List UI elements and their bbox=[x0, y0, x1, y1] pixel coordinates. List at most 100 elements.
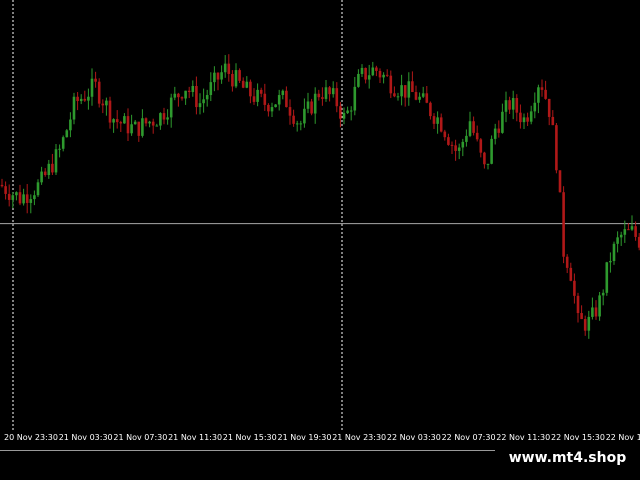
candle-body bbox=[159, 113, 162, 126]
candle bbox=[83, 90, 87, 102]
candle bbox=[202, 88, 205, 113]
candle bbox=[0, 178, 4, 188]
candle-body bbox=[533, 102, 537, 112]
candle bbox=[436, 111, 439, 134]
candle bbox=[281, 89, 285, 100]
candle-body bbox=[72, 96, 76, 120]
candle-body bbox=[249, 81, 252, 97]
candle bbox=[130, 114, 133, 136]
watermark-text: www.mt4.shop bbox=[495, 444, 640, 472]
candle bbox=[105, 97, 108, 116]
candle-body bbox=[270, 107, 274, 112]
candle bbox=[515, 94, 519, 122]
candle bbox=[339, 101, 342, 128]
candle bbox=[619, 231, 623, 246]
candle bbox=[393, 86, 396, 98]
candle bbox=[162, 107, 166, 125]
candle bbox=[328, 86, 331, 102]
candle bbox=[292, 109, 295, 127]
candle bbox=[360, 64, 364, 77]
candle bbox=[51, 153, 54, 176]
candle bbox=[493, 123, 497, 145]
candle-body bbox=[292, 115, 295, 124]
candle-body bbox=[357, 73, 360, 87]
candle bbox=[90, 68, 94, 106]
candle bbox=[537, 84, 540, 114]
candle bbox=[551, 110, 555, 126]
candle bbox=[317, 89, 321, 101]
candle bbox=[295, 120, 299, 132]
candle bbox=[555, 122, 558, 174]
time-tick-label: 21 Nov 23:30 bbox=[332, 433, 387, 442]
candle bbox=[457, 143, 461, 160]
price-plot[interactable] bbox=[0, 0, 640, 430]
candle-body bbox=[364, 67, 367, 80]
candle-body bbox=[353, 86, 357, 111]
candle bbox=[184, 90, 187, 105]
candle-body bbox=[346, 110, 349, 114]
candle bbox=[76, 92, 79, 111]
time-tick-label: 22 Nov 11:30 bbox=[496, 433, 551, 442]
candle bbox=[65, 129, 69, 138]
candle bbox=[303, 98, 306, 128]
candle bbox=[159, 112, 162, 130]
candle bbox=[472, 116, 475, 136]
candle bbox=[94, 71, 97, 88]
candle-body bbox=[407, 81, 411, 98]
candle bbox=[501, 103, 504, 134]
candle bbox=[33, 190, 36, 206]
candle bbox=[29, 194, 33, 214]
candle-body bbox=[227, 63, 231, 74]
candle bbox=[173, 86, 177, 101]
candle-body bbox=[259, 89, 263, 94]
candle bbox=[569, 262, 573, 282]
candle-body bbox=[612, 243, 616, 262]
candle bbox=[475, 125, 479, 142]
candle-body bbox=[540, 87, 544, 90]
candle-body bbox=[321, 97, 324, 99]
candle bbox=[533, 92, 537, 119]
candle bbox=[270, 102, 274, 117]
candle-body bbox=[202, 99, 205, 104]
candle-body bbox=[187, 90, 191, 93]
candle-body bbox=[79, 98, 83, 102]
candle bbox=[238, 68, 241, 83]
candle bbox=[497, 120, 501, 138]
candle bbox=[166, 109, 169, 125]
candle-body bbox=[450, 144, 454, 146]
candle bbox=[133, 119, 137, 125]
candle bbox=[353, 76, 357, 116]
candle-body bbox=[119, 122, 123, 124]
candle-body bbox=[130, 124, 133, 134]
candle bbox=[594, 300, 598, 320]
candle bbox=[526, 112, 529, 126]
candle bbox=[112, 118, 115, 133]
candle bbox=[425, 86, 429, 104]
candle bbox=[321, 87, 324, 106]
time-tick-label: 22 Nov 07:30 bbox=[441, 433, 496, 442]
candle bbox=[69, 112, 72, 138]
candle bbox=[205, 89, 209, 107]
candle bbox=[576, 292, 580, 323]
candle-body bbox=[40, 171, 43, 183]
candle bbox=[195, 76, 198, 115]
candle-body bbox=[371, 67, 375, 76]
candle bbox=[447, 133, 450, 146]
candle bbox=[627, 223, 630, 231]
candle-body bbox=[277, 95, 281, 105]
candle-body bbox=[162, 113, 166, 120]
candle-body bbox=[486, 163, 490, 165]
candle bbox=[443, 129, 447, 141]
time-tick-label: 21 Nov 11:30 bbox=[168, 433, 223, 442]
candle-body bbox=[310, 101, 313, 114]
candle-body bbox=[115, 119, 119, 123]
candle-body bbox=[144, 118, 148, 124]
candle bbox=[396, 92, 400, 101]
candle bbox=[101, 99, 105, 114]
candle bbox=[22, 188, 25, 206]
candle bbox=[342, 107, 346, 125]
candle bbox=[403, 85, 407, 107]
candle-body bbox=[519, 112, 522, 123]
candle-body bbox=[349, 110, 353, 112]
chart-window[interactable]: 20 Nov 23:30 21 Nov 03:30 21 Nov 07:30 21 N… bbox=[0, 0, 640, 480]
